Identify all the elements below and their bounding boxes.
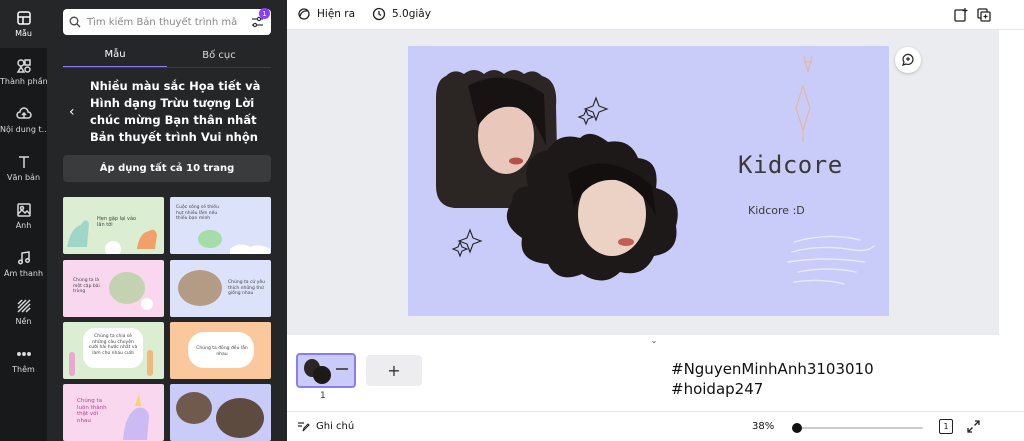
thumb-text: Chúng ta đồng đều lẫn nhau (196, 346, 248, 357)
scribble-doodle (787, 235, 875, 285)
collapse-filmstrip-button[interactable]: ⌄ (632, 335, 676, 345)
status-bar (287, 411, 1024, 441)
search-input[interactable] (87, 16, 237, 28)
rail-label: Thêm (12, 365, 35, 374)
rail-label: Thành phần (0, 77, 47, 86)
zoom-level[interactable]: 38% (752, 421, 774, 432)
photo-collage (176, 392, 264, 438)
hashtag-line: #hoidap247 (671, 380, 764, 398)
rail-item-elements[interactable]: Thành phần (0, 48, 47, 96)
thumb-text: Chúng ta luôn thành thật với nhau (77, 398, 107, 424)
left-rail: Mẫu Thành phần Nội dung t... Văn bản Ảnh… (0, 0, 47, 441)
slide-title[interactable]: Kidcore (738, 151, 843, 179)
page-thumbnail[interactable] (296, 353, 356, 388)
thumb-text: Chúng ta là một cặp bài trùng (73, 278, 100, 294)
right-gutter (999, 30, 1024, 345)
template-thumb[interactable]: Chúng ta là một cặp bài trùng (63, 260, 164, 317)
zoom-slider-track[interactable] (796, 427, 923, 429)
template-icon (16, 11, 31, 25)
rail-item-photos[interactable]: Ảnh (0, 192, 47, 240)
rail-item-uploads[interactable]: Nội dung t... (0, 96, 47, 144)
text-icon (18, 156, 29, 168)
slide-canvas[interactable]: Kidcore Kidcore :D (408, 46, 889, 316)
template-thumb[interactable]: Chúng ta đồng đều lẫn nhau (170, 322, 271, 379)
page-thumb-preview (304, 359, 348, 384)
rail-label: Mẫu (15, 29, 32, 38)
rail-label: Văn bản (6, 173, 41, 182)
back-chevron-icon[interactable]: ‹ (69, 104, 75, 120)
animate-icon (298, 8, 310, 20)
slide-subtitle[interactable]: Kidcore :D (748, 204, 805, 217)
zoom-slider-handle[interactable] (792, 423, 802, 433)
image-icon (16, 203, 31, 217)
template-thumb[interactable] (170, 384, 271, 441)
collection-title: Nhiều màu sắc Họa tiết và Hình dạng Trừu… (90, 79, 261, 144)
rail-label: Ảnh (15, 221, 32, 230)
background-icon (16, 299, 31, 313)
add-page-button[interactable]: + (366, 355, 422, 386)
template-thumb[interactable]: Chúng ta cứ yêu thích những thứ giống nh… (170, 260, 271, 317)
panel-tabs: Mẫu Bố cục (63, 42, 271, 68)
add-comment-button[interactable] (895, 47, 921, 73)
notes-pen-icon (298, 422, 310, 432)
upload-cloud-icon (15, 107, 32, 119)
tab-templates[interactable]: Mẫu (63, 42, 167, 68)
rail-item-audio[interactable]: Âm thanh (0, 240, 47, 288)
rail-item-templates[interactable]: Mẫu (0, 0, 47, 48)
star-doodle (795, 55, 813, 142)
tab-layouts[interactable]: Bố cục (167, 42, 271, 68)
more-dots-icon (16, 352, 31, 356)
filter-button[interactable]: 1 (249, 8, 270, 30)
thumb-text: Chúng ta chia sẻ những câu chuyện cười h… (88, 334, 138, 356)
rail-item-background[interactable]: Nền (0, 288, 47, 336)
notes-button[interactable]: Ghi chú (297, 420, 354, 433)
page-number: 1 (320, 391, 326, 401)
templates-panel: 1 Mẫu Bố cục ‹ Nhiều màu sắc Họa tiết và… (47, 0, 287, 441)
hashtag-overlay: #NguyenMinhAnh3103010 #hoidap247 (671, 359, 874, 399)
clock-icon (372, 7, 386, 21)
thumb-text: Chúng ta cứ yêu thích những thứ giống nh… (228, 280, 265, 296)
duration-button[interactable]: 5.0giây (372, 7, 431, 21)
template-thumb[interactable]: Chúng ta chia sẻ những câu chuyện cười h… (63, 322, 164, 379)
duration-label: 5.0giây (392, 8, 431, 20)
tab-divider (63, 67, 271, 68)
rail-item-more[interactable]: Thêm (0, 336, 47, 384)
rail-item-text[interactable]: Văn bản (0, 144, 47, 192)
animate-button[interactable]: Hiện ra (297, 7, 355, 21)
add-page-icon[interactable] (953, 7, 969, 23)
apply-all-pages-button[interactable]: Áp dụng tất cả 10 trang (63, 155, 271, 182)
search-box[interactable]: 1 (63, 8, 271, 35)
rail-label: Nền (15, 317, 32, 326)
rail-label: Âm thanh (3, 269, 44, 278)
template-thumb[interactable]: Cuộc sống sẽ thiếu hụt nhiều lắm nếu thi… (170, 197, 271, 254)
rail-label: Nội dung t... (0, 125, 47, 134)
thumb-text: Cuộc sống sẽ thiếu hụt nhiều lắm nếu thi… (176, 205, 219, 221)
hashtag-line: #NguyenMinhAnh3103010 (671, 360, 874, 378)
fullscreen-icon[interactable] (967, 420, 980, 433)
duplicate-page-icon[interactable] (976, 7, 992, 23)
thumb-text: Hẹn gặp lại vào lần tới (97, 216, 137, 228)
filter-count-badge: 1 (259, 8, 270, 19)
search-icon (69, 16, 81, 28)
template-thumb[interactable]: Chúng ta luôn thành thật với nhau (63, 384, 164, 441)
slide-artwork (436, 55, 875, 285)
page-count-button[interactable]: 1 (939, 419, 953, 434)
music-icon (17, 251, 30, 265)
notes-label: Ghi chú (316, 421, 355, 432)
animate-label: Hiện ra (317, 8, 356, 20)
template-thumb[interactable]: Hẹn gặp lại vào lần tới (63, 197, 164, 254)
editor-app: Mẫu Thành phần Nội dung t... Văn bản Ảnh… (0, 0, 1024, 441)
comment-plus-icon (902, 53, 914, 66)
shapes-icon (16, 59, 31, 73)
